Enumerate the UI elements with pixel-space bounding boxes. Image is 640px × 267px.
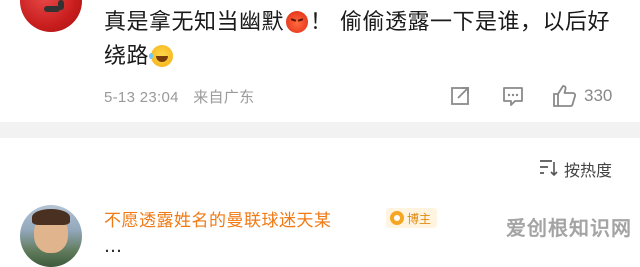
comment-text-part: 真是拿无知当幽默 (104, 10, 285, 35)
comment-date: 5-13 23:04 (104, 89, 179, 106)
like-count: 330 (584, 86, 613, 105)
watermark-text: 爱创根知识网 (506, 216, 632, 240)
section-divider (0, 122, 640, 138)
avatar-graphic (32, 209, 70, 225)
avatar[interactable] (20, 205, 82, 267)
comment-meta: 5-13 23:04 来自广东 (104, 86, 264, 107)
avatar-graphic (58, 0, 64, 10)
sort-icon[interactable] (538, 159, 558, 177)
sort-by-hot-button[interactable]: 按热度 (564, 157, 612, 181)
comment-location: 来自广东 (193, 89, 255, 106)
avatar[interactable] (20, 0, 82, 32)
comment-text: … (104, 236, 122, 257)
badge-icon (390, 211, 404, 225)
comment-username[interactable]: 不愿透露姓名的曼联球迷天某 (104, 206, 332, 231)
author-badge: 博主 (386, 208, 438, 228)
comment-item: 真是拿无知当幽默！ 偷偷透露一下是谁，以后好绕路 5-13 23:04 来自广东… (0, 0, 640, 122)
comment-text: 真是拿无知当幽默！ 偷偷透露一下是谁，以后好绕路 (104, 6, 624, 74)
thumbs-up-icon[interactable] (552, 84, 578, 108)
angry-emoji-icon (286, 11, 309, 33)
laugh-tears-emoji-icon (149, 45, 174, 67)
sort-bar: 按热度 (0, 138, 640, 196)
badge-label: 博主 (407, 211, 432, 226)
share-icon[interactable] (450, 84, 472, 108)
comment-icon[interactable] (502, 84, 524, 108)
